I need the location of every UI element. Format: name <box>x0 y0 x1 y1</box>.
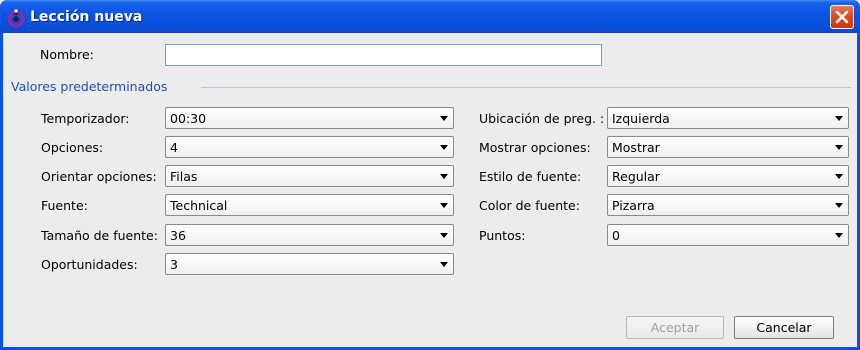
chevron-down-icon <box>835 174 843 179</box>
orient-options-label: Orientar opciones: <box>41 169 157 184</box>
chevron-down-icon <box>835 203 843 208</box>
chevron-down-icon <box>835 145 843 150</box>
chances-select[interactable]: 3 <box>165 253 454 275</box>
show-options-select[interactable]: Mostrar <box>607 136 849 158</box>
font-style-select[interactable]: Regular <box>607 165 849 187</box>
app-logo-icon <box>7 9 25 27</box>
chevron-down-icon <box>440 174 448 179</box>
chevron-down-icon <box>440 145 448 150</box>
cancel-button[interactable]: Cancelar <box>734 316 834 339</box>
close-button[interactable] <box>830 5 854 29</box>
chevron-down-icon <box>835 233 843 238</box>
orient-options-select[interactable]: Filas <box>165 165 454 187</box>
font-size-select[interactable]: 36 <box>165 224 454 246</box>
section-divider <box>201 87 851 88</box>
font-style-label: Estilo de fuente: <box>479 169 582 184</box>
font-color-select[interactable]: Pizarra <box>607 194 849 216</box>
question-position-select[interactable]: Izquierda <box>607 107 849 129</box>
question-position-label: Ubicación de preg. : <box>479 111 605 126</box>
chances-label: Oportunidades: <box>41 257 138 272</box>
show-options-label: Mostrar opciones: <box>479 140 591 155</box>
timer-select[interactable]: 00:30 <box>165 107 454 129</box>
name-label: Nombre: <box>40 47 94 62</box>
options-select[interactable]: 4 <box>165 136 454 158</box>
points-label: Puntos: <box>479 228 526 243</box>
dialog-window: Lección nueva Nombre: Valores predetermi… <box>0 0 860 350</box>
accept-button[interactable]: Aceptar <box>626 316 724 339</box>
window-title: Lección nueva <box>30 9 143 25</box>
chevron-down-icon <box>440 116 448 121</box>
font-size-label: Tamaño de fuente: <box>41 228 158 243</box>
chevron-down-icon <box>835 116 843 121</box>
close-icon <box>835 10 849 24</box>
section-title: Valores predeterminados <box>11 79 168 94</box>
chevron-down-icon <box>440 262 448 267</box>
options-label: Opciones: <box>41 140 104 155</box>
points-select[interactable]: 0 <box>607 224 849 246</box>
chevron-down-icon <box>440 233 448 238</box>
chevron-down-icon <box>440 203 448 208</box>
timer-label: Temporizador: <box>41 111 130 126</box>
font-color-label: Color de fuente: <box>479 198 580 213</box>
font-label: Fuente: <box>41 198 88 213</box>
font-select[interactable]: Technical <box>165 194 454 216</box>
title-bar[interactable]: Lección nueva <box>0 0 860 33</box>
name-input[interactable] <box>165 44 602 66</box>
dialog-content: Nombre: Valores predeterminados Temporiz… <box>3 33 857 347</box>
